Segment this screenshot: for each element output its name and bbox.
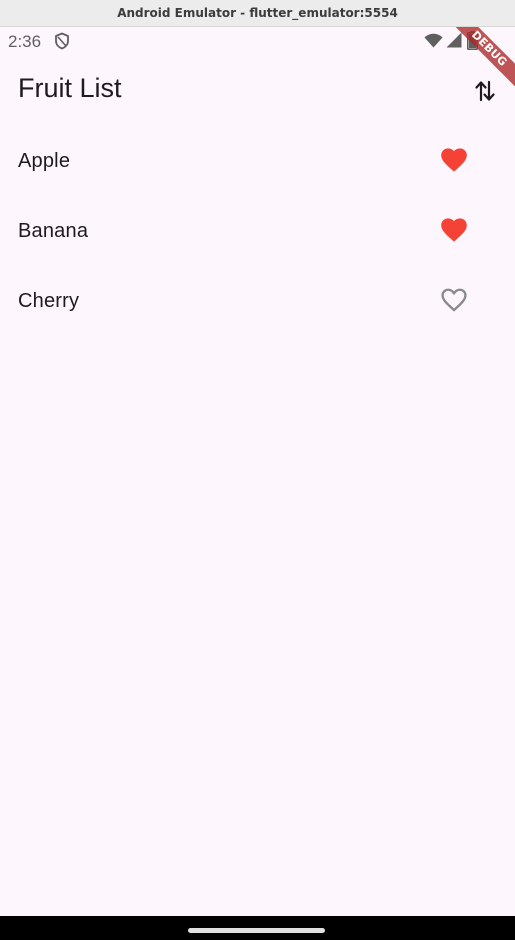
- status-bar: 2:36: [0, 27, 515, 57]
- emulator-title-bar: Android Emulator - flutter_emulator:5554: [0, 0, 515, 27]
- device-screen: 2:36 DEBUG Fruit List Apple Banana Cherr…: [0, 27, 515, 916]
- favorite-toggle-button[interactable]: [436, 142, 472, 178]
- favorite-toggle-button[interactable]: [436, 212, 472, 248]
- fruit-name: Cherry: [18, 290, 80, 312]
- fruit-name: Apple: [18, 150, 71, 172]
- cell-signal-icon: [446, 32, 462, 48]
- heart-outline-icon: [441, 288, 467, 312]
- heart-filled-icon: [441, 218, 467, 242]
- app-bar: Fruit List: [0, 57, 515, 121]
- list-item[interactable]: Apple: [0, 125, 515, 195]
- heart-filled-icon: [441, 148, 467, 172]
- home-indicator[interactable]: [188, 928, 325, 933]
- sort-icon: [475, 80, 495, 102]
- favorite-toggle-button[interactable]: [436, 282, 472, 318]
- list-item[interactable]: Banana: [0, 195, 515, 265]
- shield-icon: [55, 32, 69, 50]
- fruit-list: Apple Banana Cherry: [0, 125, 515, 335]
- window-title: Android Emulator - flutter_emulator:5554: [117, 6, 398, 20]
- sort-button[interactable]: [467, 73, 503, 109]
- system-navigation-bar: [0, 916, 515, 940]
- status-time: 2:36: [8, 32, 42, 51]
- list-item[interactable]: Cherry: [0, 265, 515, 335]
- wifi-icon: [424, 33, 443, 48]
- page-title: Fruit List: [18, 73, 122, 103]
- fruit-name: Banana: [18, 220, 89, 242]
